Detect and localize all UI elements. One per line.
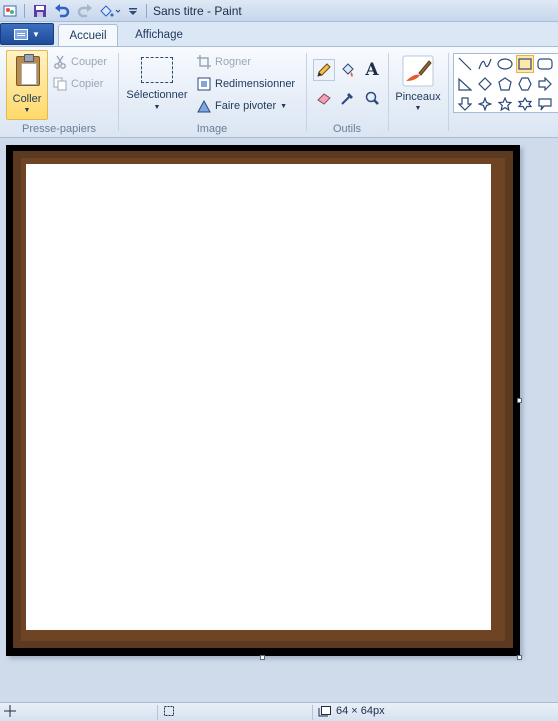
status-separator	[157, 705, 158, 720]
rounded-rectangle-shape-icon[interactable]	[536, 55, 554, 73]
chevron-down-icon: ▼	[414, 105, 422, 112]
group-label-tools: Outils	[332, 123, 362, 135]
fill-icon[interactable]	[98, 3, 122, 19]
resize-handle-bottom[interactable]	[260, 655, 265, 660]
frame-outer-brown	[13, 151, 513, 648]
paint-menu-button[interactable]: ▼	[0, 23, 54, 45]
title-separator	[146, 4, 147, 18]
curve-shape-icon[interactable]	[476, 55, 494, 73]
eraser-icon[interactable]	[313, 87, 335, 109]
line-shape-icon[interactable]	[456, 55, 474, 73]
selection-rectangle-icon	[141, 57, 173, 83]
down-arrow-shape-icon[interactable]	[456, 95, 474, 113]
magnifier-icon[interactable]	[361, 87, 383, 109]
tab-accueil[interactable]: Accueil	[58, 24, 118, 46]
paint-app-icon[interactable]	[2, 3, 18, 19]
rectangle-shape-icon[interactable]	[516, 55, 534, 73]
oval-shape-icon[interactable]	[496, 55, 514, 73]
group-label-clipboard: Presse-papiers	[22, 123, 96, 135]
ribbon-tab-row: ▼ Accueil Affichage	[0, 22, 558, 46]
brush-icon	[402, 55, 434, 87]
fill-bucket-icon[interactable]	[337, 59, 359, 81]
crop-button[interactable]: Rogner	[197, 55, 251, 69]
ribbon: Coller ▼ Couper Copier Presse-papiers Sé…	[0, 46, 558, 138]
clipboard-icon	[16, 54, 40, 86]
crop-label: Rogner	[215, 56, 252, 68]
resize-handle-corner[interactable]	[517, 655, 522, 660]
cut-button[interactable]: Couper	[53, 55, 107, 69]
canvas-white-area[interactable]	[26, 164, 491, 630]
callout-shape-icon[interactable]	[536, 95, 554, 113]
polygon-shape-icon[interactable]	[456, 75, 474, 93]
undo-icon[interactable]	[53, 3, 71, 19]
menu-document-icon	[14, 28, 29, 40]
title-separator	[24, 4, 25, 18]
group-separator	[118, 53, 119, 131]
rotate-button[interactable]: Faire pivoter ▼	[197, 99, 287, 113]
window-title: Sans titre - Paint	[153, 4, 242, 18]
pencil-icon[interactable]	[313, 59, 335, 81]
status-separator	[312, 705, 313, 720]
paste-label: Coller	[12, 93, 42, 105]
resize-handle-right[interactable]	[517, 398, 522, 403]
resize-button[interactable]: Redimensionner	[197, 77, 295, 91]
text-icon[interactable]: A	[361, 59, 383, 81]
cursor-position-icon	[4, 705, 16, 717]
chevron-down-icon: ▼	[32, 29, 40, 39]
canvas-workspace	[0, 138, 558, 702]
four-point-star-shape-icon[interactable]	[476, 95, 494, 113]
group-separator	[388, 53, 389, 131]
scissors-icon	[54, 55, 66, 69]
hexagon-shape-icon[interactable]	[516, 75, 534, 93]
copy-icon	[53, 77, 67, 91]
dropdown-icon[interactable]	[126, 3, 140, 19]
frame-inner-brown	[21, 158, 505, 641]
image-size: 64 × 64px	[318, 705, 385, 717]
resize-label: Redimensionner	[215, 78, 296, 90]
image-size-icon	[318, 706, 331, 717]
rotate-icon	[197, 99, 211, 113]
crop-icon	[197, 55, 211, 69]
select-button[interactable]: Sélectionner ▼	[122, 53, 192, 119]
paste-button[interactable]: Coller ▼	[6, 50, 48, 120]
pentagon-shape-icon[interactable]	[496, 75, 514, 93]
five-point-star-shape-icon[interactable]	[496, 95, 514, 113]
image-size-text: 64 × 64px	[336, 705, 385, 717]
right-arrow-shape-icon[interactable]	[536, 75, 554, 93]
chevron-down-icon: ▼	[280, 102, 288, 110]
tab-affichage[interactable]: Affichage	[124, 24, 194, 46]
diamond-shape-icon[interactable]	[476, 75, 494, 93]
shapes-gallery	[453, 53, 558, 113]
status-bar: 64 × 64px	[0, 702, 558, 721]
group-label-image: Image	[196, 123, 228, 135]
select-label: Sélectionner	[126, 89, 188, 101]
group-separator	[448, 53, 449, 131]
six-point-star-shape-icon[interactable]	[516, 95, 534, 113]
chevron-down-icon: ▼	[23, 107, 31, 114]
resize-icon	[197, 77, 211, 91]
title-bar: Sans titre - Paint	[0, 0, 558, 22]
cut-label: Couper	[71, 56, 108, 68]
brushes-button[interactable]: Pinceaux ▼	[392, 53, 444, 119]
redo-icon[interactable]	[76, 3, 94, 19]
group-separator	[306, 53, 307, 131]
save-icon[interactable]	[32, 3, 48, 19]
selection-size-icon	[163, 705, 179, 717]
rotate-label: Faire pivoter	[215, 100, 277, 112]
copy-button[interactable]: Copier	[53, 77, 103, 91]
brushes-label: Pinceaux	[395, 91, 441, 103]
drawing-canvas[interactable]	[6, 145, 520, 656]
chevron-down-icon: ▼	[153, 104, 161, 111]
copy-label: Copier	[71, 78, 104, 90]
color-picker-icon[interactable]	[337, 87, 359, 109]
